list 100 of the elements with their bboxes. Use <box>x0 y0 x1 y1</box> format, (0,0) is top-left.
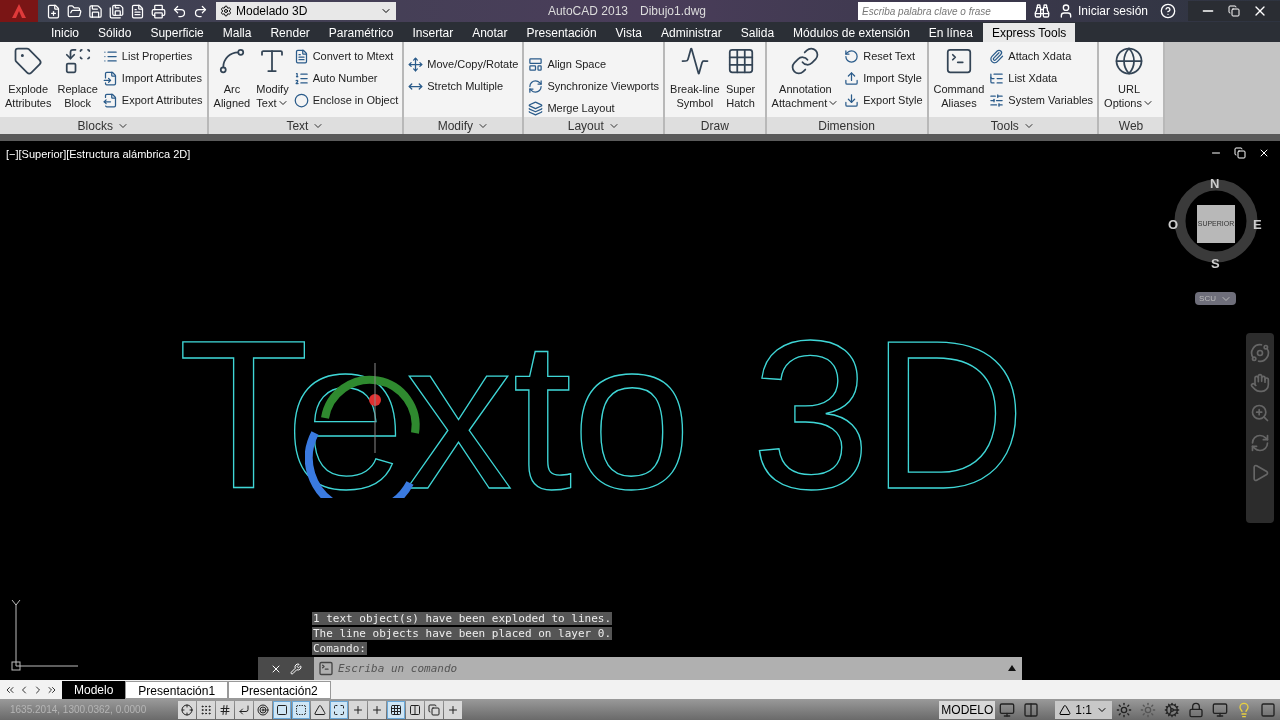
layout-tab[interactable]: Presentación2 <box>228 680 331 699</box>
save-as-button[interactable] <box>109 3 124 19</box>
small-tool-button[interactable]: Attach Xdata <box>989 48 1094 65</box>
ribbon-tab[interactable]: Paramétrico <box>319 23 403 42</box>
layout-tab[interactable]: Modelo <box>62 680 126 699</box>
status-toggle[interactable] <box>292 700 310 719</box>
prompt-icon[interactable] <box>314 657 338 680</box>
ribbon-tab[interactable]: Anotar <box>463 23 517 42</box>
panel-title-bar[interactable]: Tools <box>928 117 1098 134</box>
ribbon-tab[interactable]: Express Tools <box>982 23 1076 42</box>
status-toggle[interactable] <box>197 700 215 719</box>
panel-title-bar[interactable]: Dimension <box>766 117 927 134</box>
status-toggle[interactable] <box>216 700 234 719</box>
small-tool-button[interactable]: List Properties <box>102 48 203 65</box>
small-tool-button[interactable]: Convert to Mtext <box>293 48 399 65</box>
search-field[interactable]: Escriba palabra clave o frase <box>857 2 1026 20</box>
large-tool-button[interactable]: Annotation Attachment <box>770 46 841 110</box>
panel-title-bar[interactable]: Modify <box>404 117 523 134</box>
panel-title-bar[interactable]: Text <box>208 117 403 134</box>
small-tool-button[interactable]: Stretch Multiple <box>408 78 519 95</box>
status-toggle[interactable] <box>368 700 386 719</box>
compass-letter[interactable]: E <box>1253 215 1262 235</box>
plot-button[interactable] <box>130 3 145 19</box>
large-tool-button[interactable]: Replace Block <box>56 46 99 110</box>
help-icon[interactable] <box>1160 3 1176 19</box>
compass-letter[interactable]: S <box>1211 254 1220 274</box>
large-tool-button[interactable]: Command Aliases <box>932 46 986 110</box>
large-tool-button[interactable]: Break-line Symbol <box>669 46 721 110</box>
viewport-label[interactable]: [−][Superior][Estructura alámbrica 2D] <box>6 146 191 163</box>
restore-icon[interactable] <box>1228 5 1240 17</box>
small-tool-button[interactable]: Move/Copy/Rotate <box>408 56 519 73</box>
application-menu-button[interactable] <box>0 0 38 22</box>
auto-scale-icon[interactable] <box>1140 701 1156 718</box>
status-toggle[interactable] <box>330 700 348 719</box>
status-toggle[interactable] <box>311 700 329 719</box>
sign-in-button[interactable]: Iniciar sesión <box>1057 2 1148 20</box>
status-toggle[interactable] <box>349 700 367 719</box>
compass-letter[interactable]: N <box>1210 174 1220 194</box>
new-file-button[interactable] <box>46 3 61 19</box>
small-tool-button[interactable]: Merge Layout <box>528 100 660 117</box>
print-button[interactable] <box>151 3 166 19</box>
restore-icon[interactable] <box>1234 147 1246 159</box>
small-tool-button[interactable]: Synchronize Viewports <box>528 78 660 95</box>
play-icon[interactable] <box>1250 463 1270 483</box>
redo-button[interactable] <box>193 3 208 19</box>
settings-icon[interactable] <box>1164 701 1180 718</box>
small-tool-button[interactable]: Enclose in Object <box>293 92 399 109</box>
ribbon-tab[interactable]: Administrar <box>652 23 731 42</box>
ribbon-tab[interactable]: Malla <box>213 23 261 42</box>
wrench-icon[interactable] <box>290 662 302 675</box>
ribbon-tab[interactable]: En línea <box>919 23 982 42</box>
model-space-button[interactable]: MODELO <box>939 700 996 719</box>
small-tool-button[interactable]: Export Attributes <box>102 92 203 109</box>
ribbon-tab[interactable]: Vista <box>606 23 652 42</box>
zoom-icon[interactable] <box>1250 403 1270 423</box>
ribbon-tab[interactable]: Insertar <box>403 23 463 42</box>
ribbon-tab[interactable]: Salida <box>731 23 784 42</box>
annotation-scale-button[interactable]: 1:1 <box>1055 700 1112 719</box>
binoculars-icon[interactable] <box>1033 3 1050 19</box>
compass-letter[interactable]: O <box>1168 215 1179 235</box>
panel-title-bar[interactable]: Draw <box>665 117 765 134</box>
command-input-field[interactable]: Escriba un comando <box>338 657 1002 680</box>
panel-title-bar[interactable]: Web <box>1099 117 1163 134</box>
ribbon-tab[interactable]: Inicio <box>42 23 88 42</box>
status-toggle[interactable] <box>178 700 196 719</box>
large-tool-button[interactable]: Explode Attributes <box>4 46 53 110</box>
small-tool-button[interactable]: System Variables <box>989 92 1094 109</box>
lock-icon[interactable] <box>1188 701 1204 718</box>
status-toggle[interactable] <box>387 700 405 719</box>
status-toggle[interactable] <box>425 700 443 719</box>
expand-caret-icon[interactable] <box>1002 657 1022 680</box>
large-tool-button[interactable]: URL Options <box>1103 46 1155 110</box>
small-tool-button[interactable]: Import Attributes <box>102 70 203 87</box>
ribbon-tab[interactable]: Superficie <box>141 23 213 42</box>
close-icon[interactable] <box>1258 147 1270 159</box>
workspace-dropdown[interactable]: Modelado 3D <box>216 2 396 20</box>
small-tool-button[interactable]: Reset Text <box>844 48 923 65</box>
large-tool-button[interactable]: Arc Aligned <box>212 46 252 110</box>
status-toggle[interactable] <box>273 700 291 719</box>
viewports-icon[interactable] <box>1023 701 1040 718</box>
large-tool-button[interactable]: Super Hatch <box>724 46 757 110</box>
undo-button[interactable] <box>172 3 187 19</box>
lightbulb-icon[interactable] <box>1236 701 1252 718</box>
ribbon-tab[interactable]: Render <box>261 23 319 42</box>
small-tool-button[interactable]: Export Style <box>844 92 923 109</box>
large-tool-button[interactable]: Modify Text <box>255 46 290 110</box>
open-folder-button[interactable] <box>67 3 82 19</box>
status-toggle[interactable] <box>235 700 253 719</box>
status-toggle[interactable] <box>254 700 272 719</box>
hand-icon[interactable] <box>1250 373 1270 393</box>
annotation-visibility-icon[interactable] <box>1116 701 1132 718</box>
panel-title-bar[interactable]: Blocks <box>0 117 207 134</box>
save-button[interactable] <box>88 3 103 19</box>
clean-screen-icon[interactable] <box>1260 701 1276 718</box>
small-tool-button[interactable]: Import Style <box>844 70 923 87</box>
small-tool-button[interactable]: List Xdata <box>989 70 1094 87</box>
status-toggle[interactable] <box>406 700 424 719</box>
status-toggle[interactable] <box>444 700 462 719</box>
ribbon-tab[interactable]: Módulos de extensión <box>784 23 919 42</box>
small-tool-button[interactable]: Auto Number <box>293 70 399 87</box>
